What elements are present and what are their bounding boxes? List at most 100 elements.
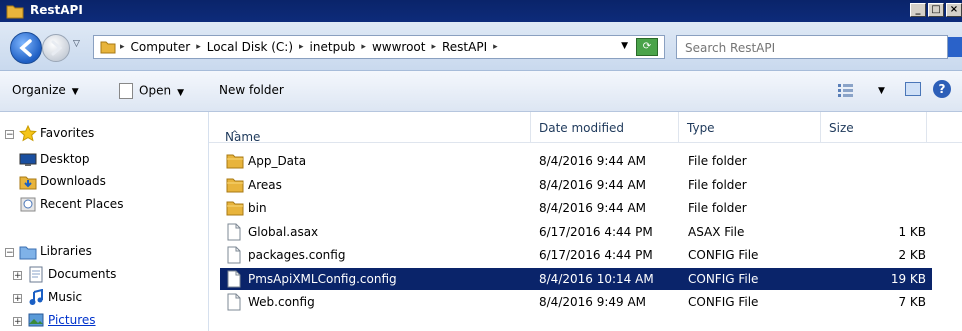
column-header-row: Name ^ Date modified Type Size	[209, 112, 962, 144]
file-type: CONFIG File	[688, 271, 759, 286]
new-folder-button[interactable]: New folder	[219, 83, 284, 97]
file-type: CONFIG File	[688, 248, 759, 262]
file-type: File folder	[688, 154, 747, 168]
column-header-type[interactable]: Type	[679, 112, 821, 142]
organize-button[interactable]: Organize ▼	[12, 83, 79, 97]
file-name: Global.asax	[248, 224, 319, 239]
maximize-button[interactable]: □	[928, 3, 944, 17]
tree-item-desktop[interactable]: Desktop	[0, 150, 208, 170]
title-bar: RestAPI _ □ ×	[0, 0, 962, 22]
file-date-modified: 8/4/2016 9:49 AM	[539, 295, 647, 309]
chevron-down-icon: ▼	[71, 87, 79, 97]
column-label: Date modified	[539, 121, 625, 135]
tree-label: Libraries	[40, 244, 92, 258]
file-row[interactable]: packages.config 6/17/2016 4:44 PM CONFIG F…	[220, 244, 932, 266]
breadcrumb: ▸ Computer ▸ Local Disk (C:) ▸ inetpub ▸…	[120, 40, 498, 55]
tree-item-pictures[interactable]: + Pictures	[0, 311, 208, 331]
expand-icon[interactable]: +	[13, 317, 22, 327]
file-row[interactable]: App_Data 8/4/2016 9:44 AM File folder	[220, 150, 932, 172]
file-row[interactable]: Global.asax 6/17/2016 4:44 PM ASAX File 1 K…	[220, 221, 932, 243]
file-name: bin	[248, 201, 267, 215]
file-list: Name ^ Date modified Type Size App_Data 8/…	[209, 112, 962, 331]
search-input[interactable]	[683, 37, 937, 59]
help-icon[interactable]: ?	[933, 80, 951, 98]
chevron-right-icon[interactable]: ▸	[493, 40, 498, 55]
tree-item-documents[interactable]: + Documents	[0, 265, 208, 285]
address-dropdown-icon[interactable]: ▼	[621, 41, 628, 51]
expand-icon[interactable]: +	[13, 294, 22, 304]
address-box[interactable]: ▸ Computer ▸ Local Disk (C:) ▸ inetpub ▸…	[93, 35, 665, 59]
file-row[interactable]: PmsApiXMLConfig.config 8/4/2016 10:14 AM C…	[220, 267, 932, 291]
file-icon	[226, 293, 242, 314]
tree-item-favorites[interactable]: − Favorites	[0, 124, 208, 144]
file-date-modified: 8/4/2016 10:14 AM	[539, 271, 654, 286]
chevron-down-icon: ▼	[177, 87, 184, 98]
preview-pane-icon[interactable]	[905, 82, 921, 96]
column-label: Type	[687, 121, 715, 135]
breadcrumb-inetpub[interactable]: inetpub	[310, 40, 356, 55]
new-folder-label: New folder	[219, 83, 284, 97]
documents-icon	[29, 266, 43, 283]
column-header-size[interactable]: Size	[821, 112, 927, 142]
folder-icon	[226, 176, 244, 196]
file-name: PmsApiXMLConfig.config	[248, 271, 397, 286]
libraries-icon	[19, 246, 37, 260]
open-button[interactable]: Open ▼	[119, 83, 184, 99]
breadcrumb-local-disk[interactable]: Local Disk (C:)	[207, 40, 293, 55]
breadcrumb-restapi[interactable]: RestAPI	[442, 40, 487, 55]
file-row[interactable]: Areas 8/4/2016 9:44 AM File folder	[220, 174, 932, 196]
chevron-right-icon[interactable]: ▸	[196, 40, 201, 55]
file-date-modified: 8/4/2016 9:44 AM	[539, 154, 647, 168]
tree-label: Pictures	[48, 313, 96, 327]
column-header-name[interactable]: Name ^	[209, 112, 531, 144]
forward-button[interactable]	[42, 34, 70, 62]
file-size: 2 KB	[898, 248, 926, 262]
file-name: Web.config	[248, 295, 315, 309]
expand-icon[interactable]: +	[13, 271, 22, 281]
collapse-icon[interactable]: −	[5, 130, 14, 140]
collapse-icon[interactable]: −	[5, 248, 14, 258]
open-label: Open	[139, 83, 172, 98]
recent-pages-dropdown-icon[interactable]: ▽	[73, 39, 80, 49]
search-icon[interactable]	[948, 37, 962, 57]
tree-item-music[interactable]: + Music	[0, 288, 208, 308]
search-field[interactable]	[676, 35, 948, 59]
refresh-button[interactable]: ⟳	[636, 38, 658, 56]
sort-ascending-icon: ^	[231, 130, 239, 140]
change-view-icon[interactable]	[838, 83, 854, 97]
file-name: Areas	[248, 177, 282, 192]
back-button[interactable]	[10, 32, 42, 64]
folder-icon	[226, 152, 244, 172]
tree-label: Music	[48, 290, 83, 304]
breadcrumb-computer[interactable]: Computer	[131, 40, 191, 55]
chevron-right-icon[interactable]: ▸	[361, 40, 366, 55]
music-icon	[29, 289, 43, 305]
tree-label: Recent Places	[40, 197, 124, 211]
file-icon	[226, 223, 242, 244]
file-row[interactable]: Web.config 8/4/2016 9:49 AM CONFIG File 7 K…	[220, 291, 932, 313]
close-button[interactable]: ×	[946, 3, 962, 17]
breadcrumb-wwwroot[interactable]: wwwroot	[372, 40, 426, 55]
view-dropdown-icon[interactable]: ▼	[878, 86, 885, 96]
tree-item-downloads[interactable]: Downloads	[0, 172, 208, 192]
file-date-modified: 6/17/2016 4:44 PM	[539, 248, 653, 262]
folder-icon	[6, 5, 24, 19]
tree-item-libraries[interactable]: − Libraries	[0, 242, 208, 262]
chevron-right-icon[interactable]: ▸	[120, 40, 125, 55]
file-date-modified: 8/4/2016 9:44 AM	[539, 177, 647, 192]
file-name: App_Data	[248, 154, 307, 168]
address-toolbar: ▽ ▸ Computer ▸ Local Disk (C:) ▸ inetpub…	[0, 22, 962, 71]
file-type: CONFIG File	[688, 295, 759, 309]
pictures-icon	[28, 313, 44, 327]
tree-item-recent-places[interactable]: Recent Places	[0, 195, 208, 215]
minimize-button[interactable]: _	[910, 3, 926, 17]
chevron-right-icon[interactable]: ▸	[431, 40, 436, 55]
chevron-right-icon[interactable]: ▸	[299, 40, 304, 55]
file-row[interactable]: bin 8/4/2016 9:44 AM File folder	[220, 197, 932, 219]
downloads-folder-icon	[19, 176, 37, 190]
column-header-date[interactable]: Date modified	[531, 112, 679, 142]
tree-label: Favorites	[40, 126, 95, 140]
organize-label: Organize	[12, 83, 66, 97]
file-icon	[226, 270, 242, 291]
command-bar: Organize ▼ Open ▼ New folder	[0, 71, 962, 112]
